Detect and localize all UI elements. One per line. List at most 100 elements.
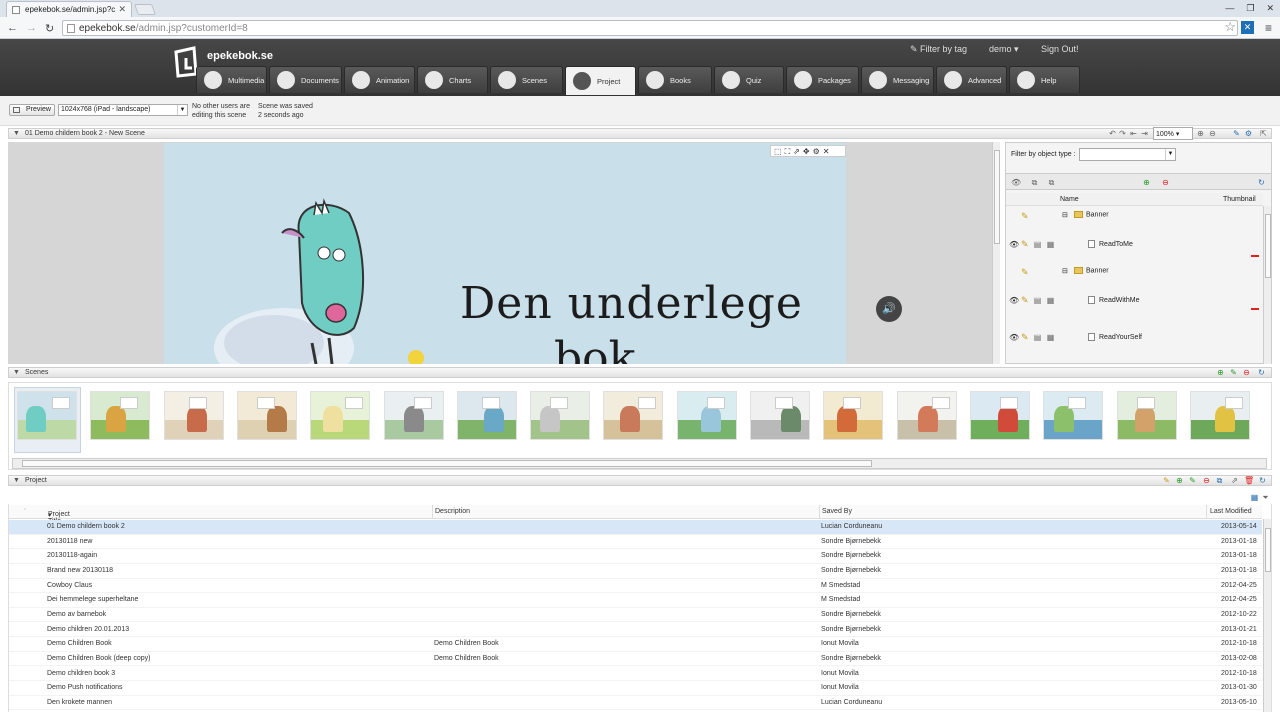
- properties-icon[interactable]: ▦: [1046, 333, 1055, 342]
- paste-icon[interactable]: ⧉: [1047, 178, 1056, 187]
- copy-icon[interactable]: ⧉: [1030, 178, 1039, 187]
- scene-thumbnail[interactable]: [1116, 391, 1177, 440]
- fit-icon[interactable]: ⛶: [785, 147, 791, 156]
- table-row[interactable]: Dei hemmelege superheltane M Smedstad 2012…: [9, 593, 1262, 608]
- editor-panel-header[interactable]: ▼ 01 Demo childern book 2 - New Scene: [8, 128, 1272, 139]
- back-icon[interactable]: ←: [7, 22, 18, 34]
- objects-scrollbar[interactable]: [1263, 206, 1271, 364]
- minimize-icon[interactable]: —: [1225, 3, 1234, 13]
- duplicate-icon[interactable]: ⧉: [1215, 476, 1224, 485]
- tab-documents[interactable]: Documents: [269, 66, 342, 93]
- edit-icon[interactable]: ✎: [1021, 268, 1030, 277]
- collapse-icon[interactable]: ▼: [13, 477, 20, 484]
- browser-menu-icon[interactable]: ≡: [1265, 21, 1272, 35]
- select-icon[interactable]: ⬚: [774, 147, 782, 156]
- refresh-icon[interactable]: ↻: [1258, 476, 1267, 485]
- columns-icon[interactable]: ▦: [1250, 493, 1259, 502]
- forward-icon[interactable]: →: [26, 22, 37, 34]
- tab-project[interactable]: Project: [565, 66, 636, 95]
- scrollbar-thumb[interactable]: [1265, 528, 1271, 572]
- table-row[interactable]: 20130118 new Sondre Bjørnebekk 2013-01-18: [9, 535, 1262, 550]
- user-menu[interactable]: demo ▾: [989, 44, 1019, 55]
- scene-thumbnail[interactable]: [90, 391, 151, 440]
- tab-multimedia[interactable]: Multimedia: [196, 66, 267, 93]
- scenes-scrollbar[interactable]: [12, 458, 1267, 469]
- scene-thumbnail[interactable]: [383, 391, 444, 440]
- scene-thumbnail[interactable]: [163, 391, 224, 440]
- align-icon[interactable]: ⇤: [1129, 129, 1138, 138]
- collapse-tree-icon[interactable]: ⊟: [1062, 267, 1068, 275]
- scrollbar-thumb[interactable]: [1265, 214, 1271, 278]
- edit-icon[interactable]: ✎: [1021, 240, 1030, 249]
- distribute-icon[interactable]: ⇥: [1140, 129, 1149, 138]
- tab-help[interactable]: Help: [1009, 66, 1080, 93]
- preview-button[interactable]: Preview: [9, 104, 55, 116]
- table-row[interactable]: Demo Children Book (deep copy) Demo Child…: [9, 652, 1262, 667]
- table-row[interactable]: Demo children book 3 Ionut Movila 2012-10-…: [9, 667, 1262, 682]
- scene-thumbnail[interactable]: [310, 391, 371, 440]
- table-row[interactable]: Demo children 20.01.2013 Sondre Bjørnebek…: [9, 623, 1262, 638]
- tab-messaging[interactable]: Messaging: [861, 66, 934, 93]
- new-tab-button[interactable]: [133, 4, 157, 15]
- close-window-icon[interactable]: ✕: [1266, 3, 1274, 14]
- scene-thumbnail[interactable]: [1189, 391, 1250, 440]
- remove-icon[interactable]: ⊖: [1161, 178, 1170, 187]
- refresh-icon[interactable]: ↻: [1257, 178, 1266, 187]
- trash-icon[interactable]: 🗑: [1244, 476, 1254, 485]
- zoom-select[interactable]: 100% ▾: [1153, 127, 1193, 140]
- scrollbar-thumb[interactable]: [22, 460, 872, 467]
- collapse-icon[interactable]: ▼: [13, 369, 20, 376]
- scene-thumbnail[interactable]: [530, 391, 591, 440]
- delete-project-icon[interactable]: ⊖: [1202, 476, 1211, 485]
- project-panel-header[interactable]: ▼ Project: [8, 475, 1272, 486]
- restore-icon[interactable]: ❐: [1246, 3, 1254, 14]
- tab-packages[interactable]: Packages: [786, 66, 859, 93]
- scene-thumbnail[interactable]: [823, 391, 884, 440]
- bookmark-star-icon[interactable]: ☆: [1224, 19, 1236, 35]
- column-separator[interactable]: [432, 505, 433, 519]
- table-row[interactable]: 01 Demo childern book 2 Lucian Corduneanu…: [9, 520, 1262, 535]
- close-tab-icon[interactable]: ✕: [118, 4, 126, 15]
- add-project-icon[interactable]: ⊕: [1175, 476, 1184, 485]
- scene-thumbnail[interactable]: [896, 391, 957, 440]
- export-icon[interactable]: ⇗: [1230, 476, 1239, 485]
- column-separator[interactable]: [1206, 505, 1207, 519]
- tab-charts[interactable]: Charts: [417, 66, 488, 93]
- visibility-icon[interactable]: 👁: [1009, 333, 1019, 342]
- scenes-panel-header[interactable]: ▼ Scenes: [8, 367, 1272, 378]
- properties-icon[interactable]: ▦: [1046, 296, 1055, 305]
- collapse-icon[interactable]: ▼: [13, 130, 20, 137]
- scene-thumbnail[interactable]: [750, 391, 810, 440]
- refresh-icon[interactable]: ↻: [1257, 368, 1266, 377]
- undo-icon[interactable]: ↶: [1108, 129, 1117, 138]
- scene-thumbnail[interactable]: [603, 391, 664, 440]
- scene-thumbnail[interactable]: [456, 391, 517, 440]
- scene-thumbnail[interactable]: [17, 391, 77, 440]
- col-name[interactable]: Name: [1060, 196, 1079, 203]
- rename-project-icon[interactable]: ✎: [1188, 476, 1197, 485]
- table-row[interactable]: Demo Children Book Demo Children Book Ionu…: [9, 637, 1262, 652]
- edit-icon[interactable]: ✎: [1021, 212, 1030, 221]
- sign-out-link[interactable]: Sign Out!: [1041, 44, 1079, 54]
- add-scene-icon[interactable]: ⊕: [1216, 368, 1225, 377]
- col-last-modified[interactable]: Last Modified: [1210, 508, 1252, 515]
- col-thumbnail[interactable]: Thumbnail: [1223, 196, 1256, 203]
- column-separator[interactable]: [819, 505, 820, 519]
- tab-books[interactable]: Books: [638, 66, 712, 93]
- reload-icon[interactable]: ↻: [45, 22, 54, 35]
- device-select[interactable]: 1024x768 (iPad - landscape) ▼: [58, 104, 188, 116]
- scene-canvas[interactable]: Den underlege bok ◀: [164, 143, 846, 364]
- eye-icon[interactable]: 👁: [1011, 178, 1021, 187]
- delete-marker[interactable]: [1251, 255, 1259, 257]
- table-row[interactable]: Cowboy Claus M Smedstad 2012-04-25: [9, 579, 1262, 594]
- edit-icon[interactable]: ✎: [1021, 296, 1030, 305]
- delete-marker[interactable]: [1251, 308, 1259, 310]
- expand-icon[interactable]: ⇱: [1259, 129, 1268, 138]
- gear-icon[interactable]: ⚙: [813, 147, 820, 156]
- redo-icon[interactable]: ↷: [1118, 129, 1127, 138]
- edit-scene-icon[interactable]: ✎: [1229, 368, 1238, 377]
- link-icon[interactable]: ✎: [1232, 129, 1241, 138]
- filter-by-tag-link[interactable]: ✎ Filter by tag: [910, 44, 967, 55]
- zoom-in-icon[interactable]: ⊕: [1196, 129, 1205, 138]
- lock-icon[interactable]: ▤: [1033, 240, 1042, 249]
